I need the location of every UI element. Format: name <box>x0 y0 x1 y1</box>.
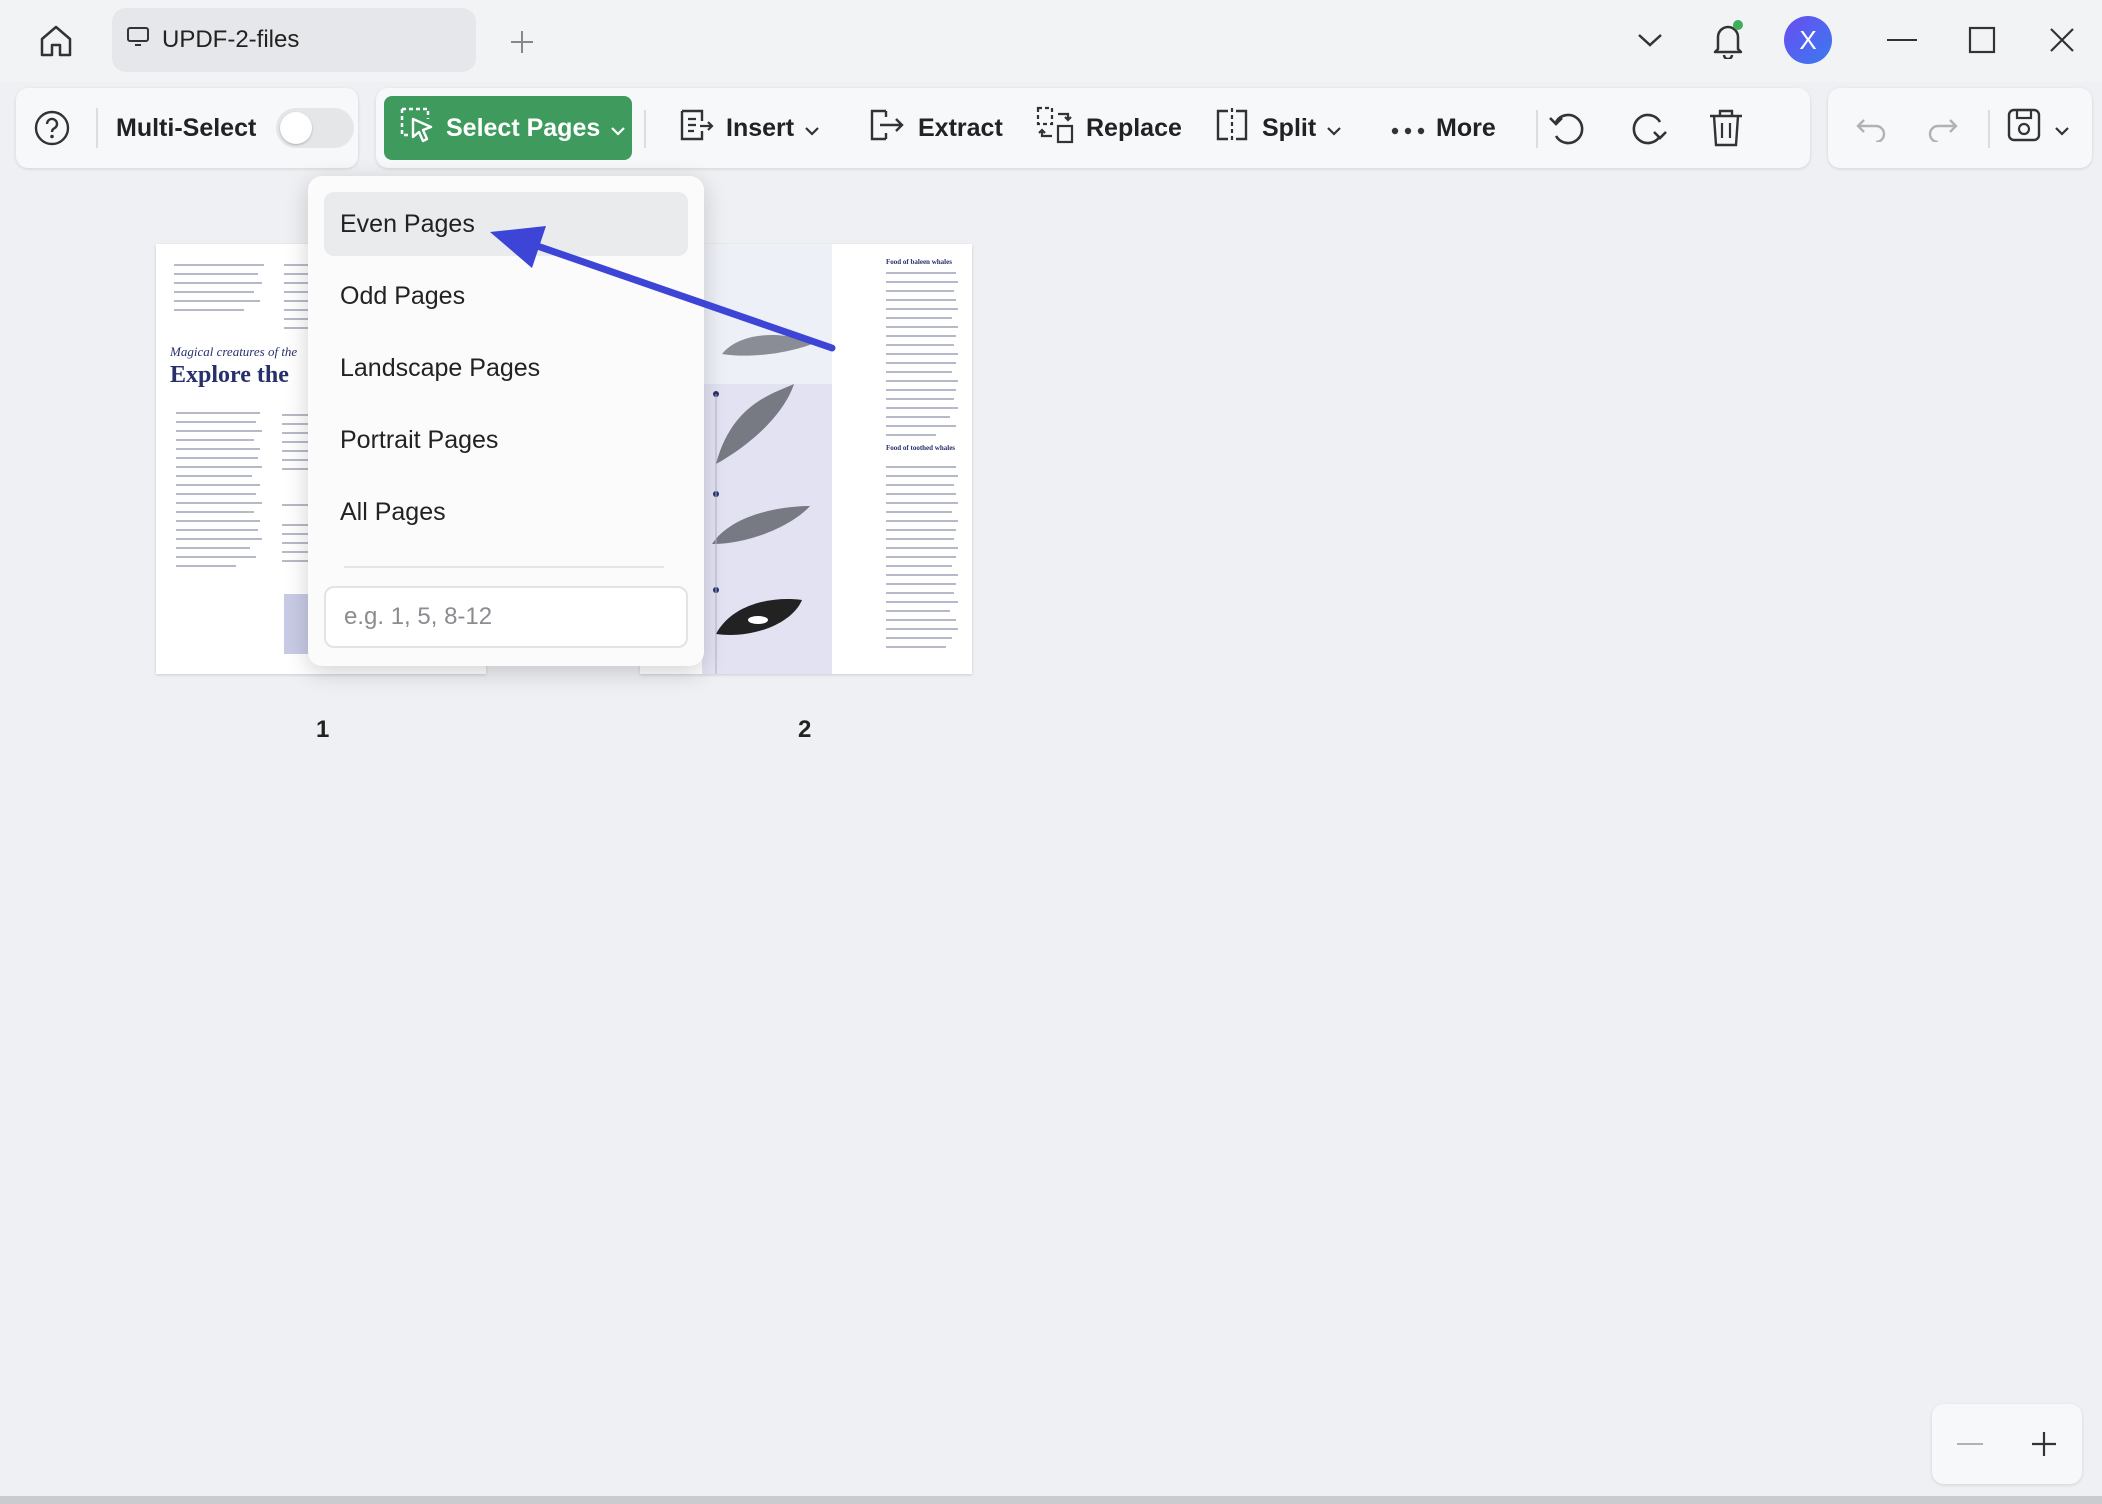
toolbar-divider <box>1988 110 1990 148</box>
save-icon <box>2004 105 2044 152</box>
page-1-heading: Explore the <box>170 362 289 388</box>
split-button[interactable]: Split <box>1212 96 1342 160</box>
toolbar: Multi-Select Select Pages Insert Extract… <box>10 88 2092 172</box>
more-dots-icon <box>1390 114 1426 143</box>
page-number-2: 2 <box>798 716 812 743</box>
avatar[interactable]: X <box>1784 16 1832 64</box>
page-2-heading-toothed: Food of toothed whales <box>886 444 956 452</box>
multi-select-group: Multi-Select <box>16 88 358 168</box>
multi-select-label: Multi-Select <box>116 113 257 142</box>
rotate-right-icon[interactable] <box>1626 96 1670 160</box>
toolbar-divider <box>644 110 646 148</box>
close-icon[interactable] <box>2042 20 2082 60</box>
insert-button[interactable]: Insert <box>676 96 820 160</box>
split-icon <box>1212 105 1252 152</box>
window-bottom-edge <box>0 1496 2102 1504</box>
home-icon[interactable] <box>30 18 82 64</box>
new-tab-plus-icon[interactable] <box>500 20 544 64</box>
multi-select-toggle[interactable] <box>276 96 354 160</box>
history-save-group <box>1828 88 2092 168</box>
replace-button[interactable]: Replace <box>1034 96 1182 160</box>
page-2-heading-baleen: Food of baleen whales <box>886 258 952 266</box>
minimize-icon[interactable] <box>1882 22 1922 58</box>
page-range-input[interactable] <box>324 586 688 648</box>
avatar-letter: X <box>1799 24 1817 55</box>
rotate-left-icon[interactable] <box>1546 96 1590 160</box>
title-bar: UPDF-2-files X <box>0 0 2102 82</box>
chevron-down-icon[interactable] <box>1630 20 1670 60</box>
replace-icon <box>1034 104 1076 153</box>
page-number-1: 1 <box>316 716 330 743</box>
extract-button[interactable]: Extract <box>864 96 1003 160</box>
insert-label: Insert <box>726 113 795 142</box>
annotation-arrow <box>490 226 836 352</box>
chevron-down-icon <box>804 114 820 143</box>
cursor-select-icon <box>398 105 436 152</box>
bell-icon[interactable] <box>1706 16 1750 62</box>
redo-icon[interactable] <box>1926 96 1960 160</box>
save-button[interactable] <box>2004 96 2070 160</box>
menu-item-portrait-pages[interactable]: Portrait Pages <box>324 408 688 472</box>
select-pages-label: Select Pages <box>446 113 601 142</box>
chevron-down-icon <box>1326 114 1342 143</box>
zoom-in-icon[interactable] <box>2024 1424 2064 1464</box>
maximize-icon[interactable] <box>1962 20 2002 60</box>
document-tab-title: UPDF-2-files <box>162 26 300 53</box>
replace-label: Replace <box>1086 113 1182 142</box>
split-label: Split <box>1262 113 1317 142</box>
extract-label: Extract <box>918 113 1003 142</box>
delete-icon[interactable] <box>1706 96 1746 160</box>
toolbar-divider <box>96 108 98 148</box>
page-tools-group: Select Pages Insert Extract Replace Spli… <box>376 88 1810 168</box>
select-pages-button[interactable]: Select Pages <box>384 96 632 160</box>
menu-divider <box>344 566 664 568</box>
menu-item-all-pages[interactable]: All Pages <box>324 480 688 544</box>
chevron-down-icon <box>610 114 626 143</box>
extract-icon <box>864 105 908 152</box>
more-button[interactable]: More <box>1390 96 1496 160</box>
help-icon[interactable] <box>32 96 72 160</box>
zoom-controls <box>1932 1404 2082 1484</box>
chevron-down-icon <box>2054 114 2070 143</box>
zoom-out-icon[interactable] <box>1950 1426 1990 1462</box>
page-1-subtitle: Magical creatures of the <box>170 344 298 359</box>
insert-icon <box>676 105 716 152</box>
document-tab[interactable]: UPDF-2-files <box>112 8 476 72</box>
undo-icon[interactable] <box>1854 96 1888 160</box>
toolbar-divider <box>1536 110 1538 148</box>
more-label: More <box>1436 113 1496 142</box>
monitor-icon <box>126 26 150 55</box>
